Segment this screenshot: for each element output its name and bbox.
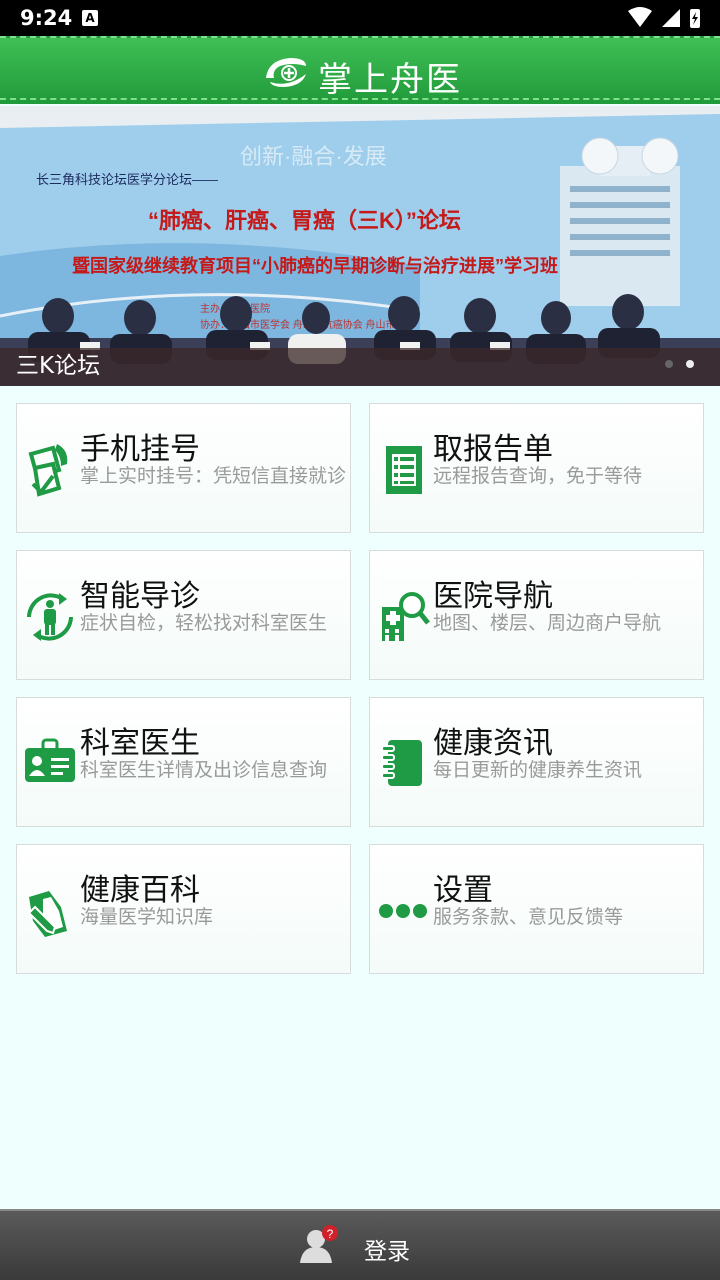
carousel-dot[interactable] (664, 360, 673, 368)
notebook-icon (381, 740, 422, 786)
login-button[interactable]: ? 登录 (298, 1223, 428, 1269)
carousel-dot-active[interactable] (686, 360, 694, 368)
tile-subtitle: 每日更新的健康养生资讯 (433, 759, 643, 781)
tile-title: 设置 (433, 873, 493, 908)
tile-get-report[interactable]: 取报告单 远程报告查询，免于等待 (369, 403, 704, 533)
banner-carousel[interactable]: 创新·融合·发展 长三角科技论坛医学分论坛—— “肺癌、肝癌、胃癌（三K）”论坛… (0, 106, 720, 386)
signal-icon (662, 9, 680, 27)
status-time: 9:24 (20, 6, 73, 30)
login-label: 登录 (364, 1239, 410, 1265)
bottom-bar: ? 登录 (0, 1209, 720, 1280)
tile-smart-triage[interactable]: 智能导诊 症状自检，轻松找对科室医生 (16, 550, 351, 680)
tile-settings[interactable]: 设置 服务条款、意见反馈等 (369, 844, 704, 974)
tile-subtitle: 掌上实时挂号：凭短信直接就诊 (80, 465, 347, 487)
body-check-icon (27, 593, 73, 641)
app-header: 掌上舟医 (0, 36, 720, 104)
system-status-icons (628, 7, 700, 28)
tile-subtitle: 地图、楼层、周边商户导航 (433, 612, 662, 634)
tile-subtitle: 海量医学知识库 (80, 906, 214, 928)
tile-title: 取报告单 (433, 432, 553, 467)
tile-subtitle: 服务条款、意见反馈等 (433, 906, 624, 928)
tile-title: 健康资讯 (433, 726, 553, 761)
banner-forum-line: 长三角科技论坛医学分论坛—— (36, 172, 218, 187)
tile-subtitle: 科室医生详情及出诊信息查询 (80, 759, 328, 781)
banner-slogan: 创新·融合·发展 (240, 144, 387, 169)
doctor-badge-icon (25, 738, 75, 782)
report-sheet-icon (386, 446, 422, 494)
tile-title: 医院导航 (433, 579, 553, 614)
banner-caption: 三K论坛 (16, 353, 101, 379)
tile-health-encyclopedia[interactable]: 健康百科 海量医学知识库 (16, 844, 351, 974)
carousel-indicator (657, 353, 694, 372)
pencil-document-icon (27, 891, 67, 937)
hospital-search-icon (382, 592, 430, 641)
more-dots-icon (379, 904, 427, 918)
wifi-icon (628, 7, 652, 27)
tile-subtitle: 远程报告查询，免于等待 (433, 465, 643, 487)
status-bar: 9:24 A (0, 0, 720, 36)
tile-title: 科室医生 (80, 726, 200, 761)
tile-health-news[interactable]: 健康资讯 每日更新的健康养生资讯 (369, 697, 704, 827)
tile-subtitle: 症状自检，轻松找对科室医生 (80, 612, 328, 634)
tile-department-doctors[interactable]: 科室医生 科室医生详情及出诊信息查询 (16, 697, 351, 827)
user-avatar-icon: ? (300, 1225, 338, 1263)
tile-title: 智能导诊 (80, 579, 200, 614)
tile-title: 手机挂号 (80, 432, 200, 467)
banner-subline: 暨国家级继续教育项目“小肺癌的早期诊断与治疗进展”学习班 (72, 255, 558, 276)
tile-mobile-registration[interactable]: 手机挂号 掌上实时挂号：凭短信直接就诊 (16, 403, 351, 533)
banner-image: 创新·融合·发展 长三角科技论坛医学分论坛—— “肺癌、肝癌、胃癌（三K）”论坛… (0, 106, 720, 386)
tile-title: 健康百科 (80, 873, 200, 908)
banner-headline: “肺癌、肝癌、胃癌（三K）”论坛 (148, 208, 461, 233)
badge-question-icon: ? (327, 1227, 334, 1241)
app-title: 掌上舟医 (318, 60, 462, 100)
notification-icon: A (82, 10, 98, 26)
app-logo-icon (266, 58, 306, 87)
tile-hospital-navigation[interactable]: 医院导航 地图、楼层、周边商户导航 (369, 550, 704, 680)
phone-document-icon (28, 444, 68, 497)
